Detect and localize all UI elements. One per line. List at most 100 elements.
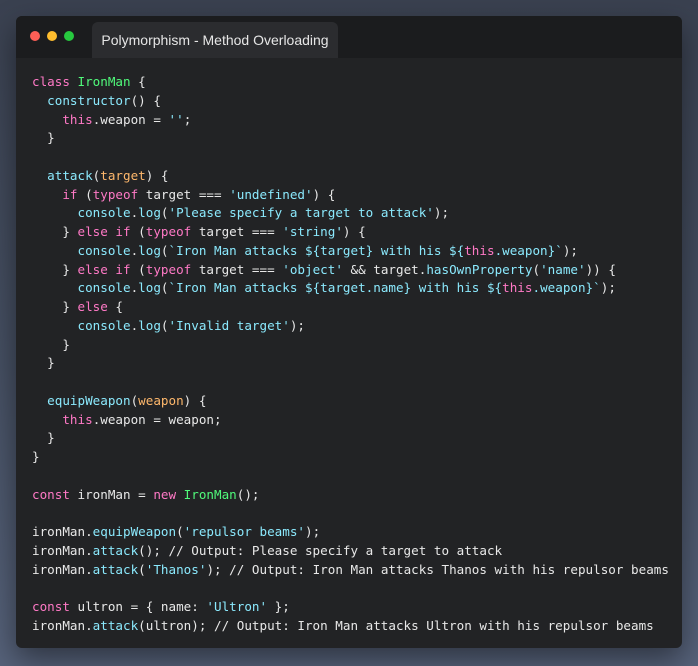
code-text: target === [138, 186, 230, 202]
code-text: ) { [342, 224, 366, 239]
keyword-token: this [62, 111, 93, 127]
string-token: 'Thanos' [145, 561, 207, 577]
method-token: log [138, 280, 161, 296]
string-token: .weapon}` [532, 280, 601, 296]
code-window: Polymorphism - Method Overloading class … [16, 16, 682, 648]
keyword-token: typeof [92, 186, 139, 202]
code-line: } else { [32, 298, 669, 317]
keyword-token: const [32, 599, 70, 614]
code-text: ( [160, 205, 169, 221]
code-line: } [32, 429, 669, 448]
minimize-dot-icon[interactable] [47, 31, 57, 41]
code-text: } [32, 336, 70, 352]
code-text: ); [600, 280, 616, 296]
class-name-token: IronMan [183, 486, 237, 502]
code-text: ); // Output: Iron Man attacks Thanos wi… [206, 561, 669, 577]
param-token: target [100, 167, 146, 183]
string-token: 'name' [540, 261, 586, 277]
code-text: target === [191, 261, 283, 277]
code-line: console.log(`Iron Man attacks ${target.n… [32, 279, 669, 298]
code-line: } [32, 129, 669, 148]
string-token: 'undefined' [229, 186, 313, 202]
code-text: { [130, 74, 146, 89]
code-line: console.log('Please specify a target to … [32, 204, 669, 223]
code-line: } else if (typeof target === 'object' &&… [32, 261, 669, 280]
code-text: target === [191, 224, 283, 239]
method-token: console [77, 242, 131, 258]
method-token: attack [92, 542, 139, 558]
method-token: constructor [47, 92, 131, 108]
code-text: (ultron); // Output: Iron Man attacks Ul… [138, 617, 654, 633]
code-text: } [32, 261, 78, 277]
method-token: attack [92, 617, 139, 633]
code-text: ( [77, 186, 93, 202]
method-token: log [138, 205, 161, 221]
code-text: } [32, 355, 55, 371]
keyword-token: typeof [145, 261, 192, 277]
string-token: `Iron Man attacks ${target.name} with hi… [168, 280, 503, 296]
code-text: () { [130, 92, 161, 108]
code-line: attack(target) { [32, 167, 669, 186]
string-token: 'repulsor beams' [183, 524, 305, 539]
maximize-dot-icon[interactable] [64, 31, 74, 41]
code-line: const ultron = { name: 'Ultron' }; [32, 598, 669, 617]
tab-title[interactable]: Polymorphism - Method Overloading [92, 22, 338, 58]
code-text: && target. [342, 261, 427, 277]
string-token: 'string' [282, 224, 343, 239]
code-line: } [32, 448, 669, 467]
method-token: equipWeapon [47, 392, 131, 408]
code-text: ironMan. [32, 561, 93, 577]
code-line: equipWeapon(weapon) { [32, 392, 669, 411]
keyword-token: else if [77, 261, 131, 277]
keyword-token: this [62, 411, 93, 427]
code-text: ultron = { name: [69, 599, 207, 614]
code-text: )) { [585, 261, 616, 277]
string-token: 'object' [282, 261, 343, 277]
keyword-token: this [464, 242, 495, 258]
code-text: .weapon = weapon; [92, 411, 222, 427]
code-text: ironMan. [32, 524, 93, 539]
code-line: constructor() { [32, 92, 669, 111]
string-token: 'Invalid target' [168, 317, 290, 333]
string-token: '' [168, 111, 184, 127]
method-token: attack [47, 167, 93, 183]
code-line: console.log('Invalid target'); [32, 317, 669, 336]
code-line: ironMan.equipWeapon('repulsor beams'); [32, 523, 669, 542]
code-text: ironMan. [32, 542, 93, 558]
keyword-token: class [32, 74, 70, 89]
keyword-token: typeof [145, 224, 192, 239]
method-token: hasOwnProperty [426, 261, 533, 277]
code-text: ; [183, 111, 192, 127]
code-line: ironMan.attack(); // Output: Please spec… [32, 542, 669, 561]
code-text: (); // Output: Please specify a target t… [138, 542, 503, 558]
code-text: ) { [312, 186, 336, 202]
keyword-token: new [153, 486, 177, 502]
close-dot-icon[interactable] [30, 31, 40, 41]
code-text: } [32, 224, 78, 239]
method-token: log [138, 317, 161, 333]
code-text: } [32, 299, 78, 314]
code-text: (); [236, 486, 260, 502]
param-token: weapon [138, 392, 184, 408]
code-text: ( [160, 280, 169, 296]
code-text: ( [160, 242, 169, 258]
class-name-token: IronMan [77, 74, 131, 89]
code-line: class IronMan { [32, 73, 669, 92]
code-text: ( [138, 561, 146, 577]
code-text: ) { [183, 392, 207, 408]
code-block: class IronMan { constructor() { this.wea… [32, 73, 669, 636]
keyword-token: if [62, 186, 78, 202]
